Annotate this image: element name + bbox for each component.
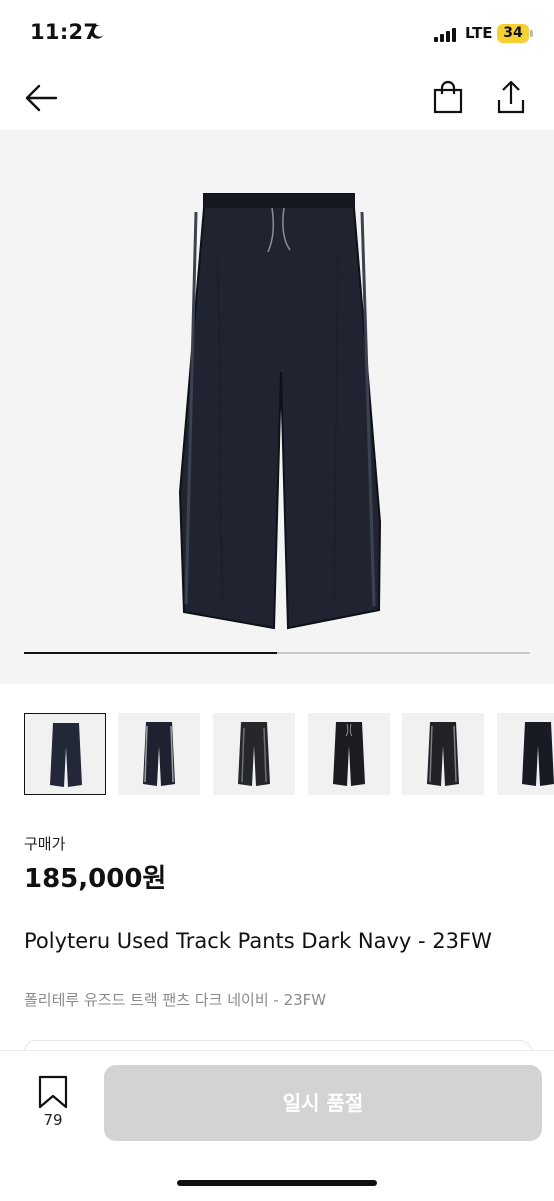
gallery-progress-track (24, 652, 530, 654)
bookmark-button[interactable]: 79 (30, 1073, 76, 1133)
bookmark-icon (38, 1075, 68, 1109)
signal-icon (434, 26, 460, 42)
thumbnail-pants-image (427, 722, 459, 786)
status-bar: 11:27 LTE 34 (0, 0, 554, 66)
battery-tip (530, 30, 533, 37)
product-image-carousel[interactable] (0, 130, 554, 684)
network-label: LTE (465, 24, 493, 42)
thumbnail-3[interactable] (213, 713, 295, 795)
product-price: 185,000원 (24, 864, 167, 894)
price-label: 구매가 (24, 835, 66, 853)
moon-icon (90, 25, 104, 39)
thumbnail-5[interactable] (402, 713, 484, 795)
product-title: Polyteru Used Track Pants Dark Navy - 23… (24, 929, 492, 953)
shopping-bag-icon (433, 80, 463, 114)
product-subtitle: 폴리테루 유즈드 트랙 팬츠 다크 네이비 - 23FW (24, 991, 327, 1009)
thumbnail-pants-image (238, 722, 270, 786)
battery-icon: 34 (497, 24, 529, 43)
share-button[interactable] (491, 78, 531, 118)
thumbnail-pants-image (143, 722, 175, 786)
thumbnail-strip (24, 713, 554, 797)
thumbnail-pants-image (522, 722, 554, 786)
top-nav (0, 66, 554, 130)
thumbnail-pants-image (50, 723, 82, 787)
bookmark-count: 79 (43, 1111, 63, 1129)
sold-out-button[interactable]: 일시 품절 (104, 1065, 542, 1141)
cart-button[interactable] (428, 78, 468, 118)
gallery-progress-fill (24, 652, 277, 654)
thumbnail-1[interactable] (24, 713, 106, 795)
bottom-action-bar: 79 일시 품절 (0, 1050, 554, 1201)
thumbnail-6[interactable] (497, 713, 554, 795)
thumbnail-pants-image (333, 722, 365, 786)
share-icon (497, 80, 525, 114)
arrow-left-icon (25, 84, 58, 112)
track-pants-image (178, 193, 382, 630)
home-indicator (177, 1180, 377, 1186)
back-button[interactable] (22, 78, 62, 118)
thumbnail-4[interactable] (308, 713, 390, 795)
thumbnail-2[interactable] (118, 713, 200, 795)
